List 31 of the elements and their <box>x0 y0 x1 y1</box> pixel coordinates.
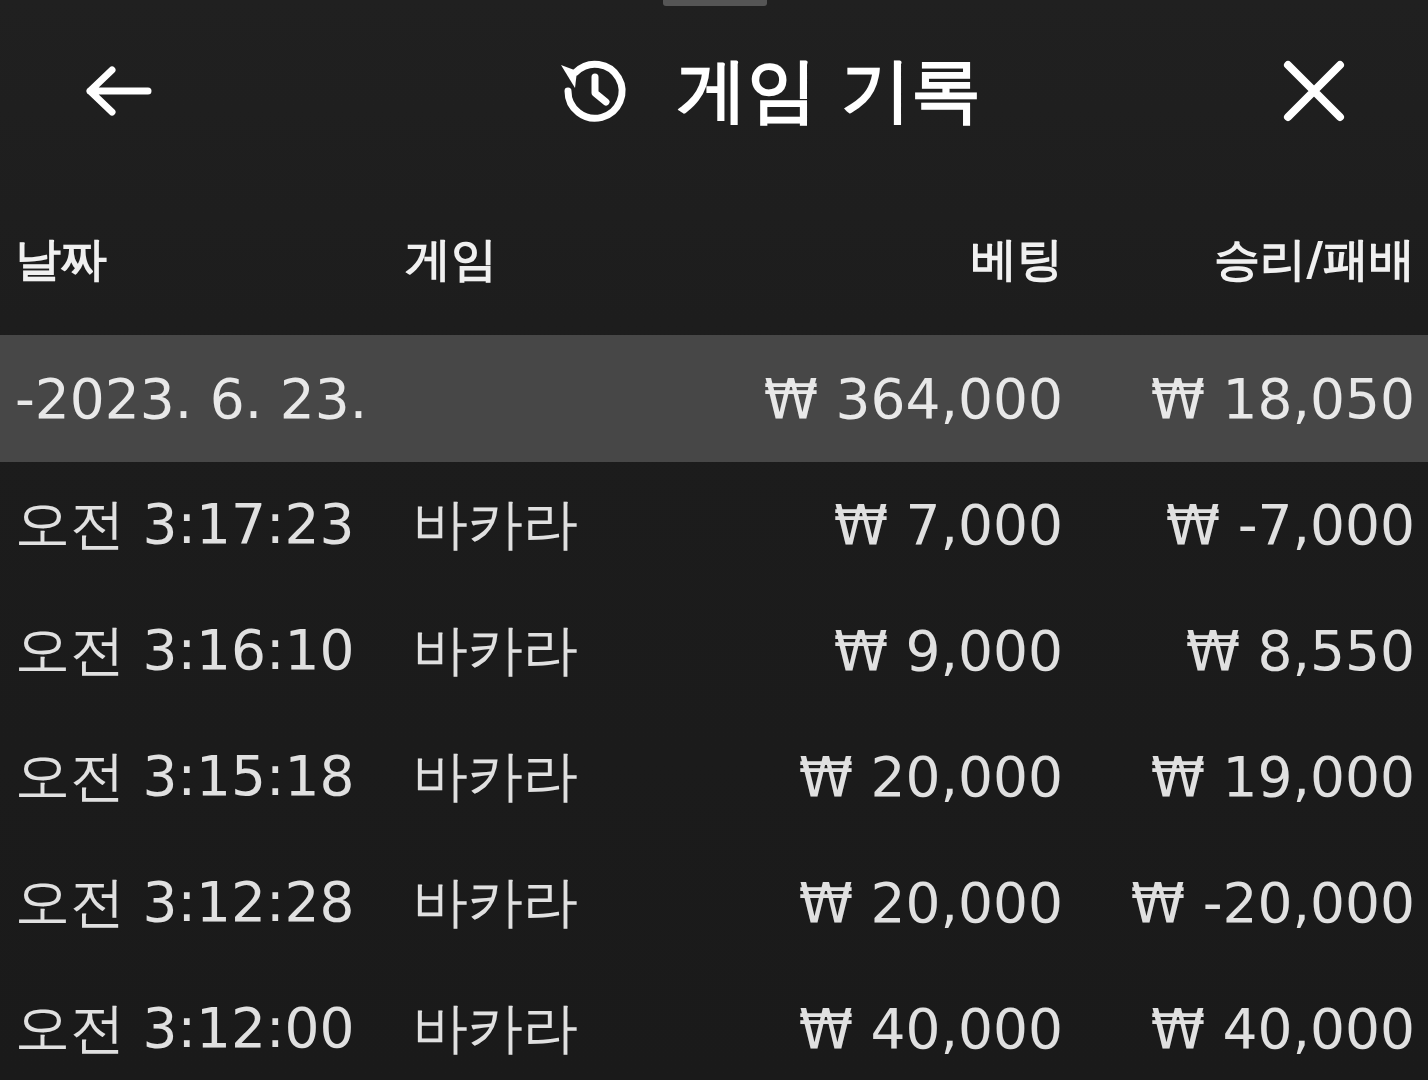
table-cell-text: ₩ 9,000 <box>832 619 1063 683</box>
table-cell-text: 오전 3:12:28 <box>15 869 356 936</box>
table-cell-text: ₩ 8,550 <box>1184 619 1415 683</box>
table-cell-text: 바카라 <box>413 491 579 558</box>
table-cell-text: ₩ 7,000 <box>832 493 1063 557</box>
window-title: 게임 기록 <box>676 47 982 133</box>
table-cell: ₩ 364,000 <box>763 366 1063 431</box>
column-header: 날짜 <box>15 231 108 288</box>
table-cell-text: ₩ 20,000 <box>797 745 1063 809</box>
table-cell-text: ₩ 40,000 <box>1149 997 1415 1061</box>
column-header: 게임 <box>405 231 498 288</box>
table-cell-text: ₩ 40,000 <box>797 997 1063 1061</box>
table-cell-text: 바카라 <box>413 995 579 1062</box>
table-cell-text: 오전 3:15:18 <box>15 743 356 810</box>
table-cell-text: -2023. 6. 23. <box>15 366 369 431</box>
table-cell-text: 오전 3:12:00 <box>15 995 356 1062</box>
date-group-row[interactable]: -2023. 6. 23. ₩ 364,000 ₩ 18,050 <box>0 335 1428 462</box>
table-cell-text: ₩ 18,050 <box>1149 366 1415 431</box>
table-cell-text: ₩ 19,000 <box>1149 745 1415 809</box>
table-cell-text: 오전 3:16:10 <box>15 617 356 684</box>
table-cell-text: 오전 3:17:23 <box>15 491 356 558</box>
table-cell-text: 바카라 <box>413 617 579 684</box>
table-cell-text: ₩ -20,000 <box>1129 871 1415 935</box>
close-button[interactable] <box>1282 58 1346 123</box>
close-icon <box>1282 58 1346 123</box>
table-cell-text: 바카라 <box>413 869 579 936</box>
column-header: 베팅 <box>970 231 1063 288</box>
table-cell-text: 바카라 <box>413 743 579 810</box>
table-cell-text: ₩ -7,000 <box>1164 493 1415 557</box>
column-header: 승리/패배 <box>1213 231 1415 288</box>
table-cell-text: ₩ 20,000 <box>797 871 1063 935</box>
